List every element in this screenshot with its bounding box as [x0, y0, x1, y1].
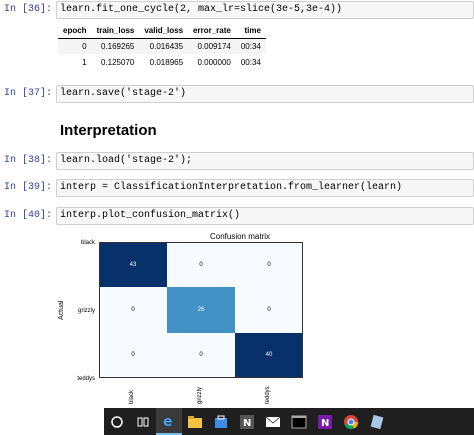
- table-cell: 0.000000: [197, 57, 231, 67]
- table-cell: 0: [58, 38, 92, 54]
- task-view-icon[interactable]: [130, 408, 156, 435]
- matrix-cell: 0: [99, 287, 167, 333]
- col-header: time: [235, 24, 266, 39]
- app-icon[interactable]: [364, 408, 390, 435]
- cell-prompt: In [36]:: [3, 4, 52, 15]
- file-explorer-icon[interactable]: [182, 408, 208, 435]
- code-text: learn.load('stage-2');: [60, 155, 193, 166]
- table-cell: 0.009174: [188, 38, 236, 54]
- chrome-icon[interactable]: [338, 408, 364, 435]
- notion-icon[interactable]: N: [234, 408, 260, 435]
- table-cell: 1: [82, 57, 87, 67]
- cell-prompt: In [38]:: [3, 155, 52, 166]
- terminal-icon[interactable]: [286, 408, 312, 435]
- code-cell-plot[interactable]: interp.plot_confusion_matrix(): [56, 207, 474, 225]
- matrix-cell: 0: [235, 242, 303, 288]
- cell-prompt: In [39]:: [3, 182, 52, 193]
- code-text: learn.save('stage-2'): [60, 88, 187, 99]
- cortana-icon[interactable]: [104, 408, 130, 435]
- code-text: interp.plot_confusion_matrix(): [60, 210, 241, 221]
- row-label: black: [80, 240, 95, 246]
- matrix-cell: 43: [99, 242, 167, 288]
- col-label: black: [129, 389, 135, 404]
- cell-prompt: In [37]:: [3, 88, 52, 99]
- confusion-matrix-grid: 43 0 0 0 26 0 0 0 40: [99, 242, 303, 378]
- edge-icon[interactable]: e: [156, 408, 182, 435]
- table-cell: 0.016435: [139, 38, 189, 54]
- col-label: grizzly: [197, 386, 203, 404]
- row-label: grizzly: [77, 308, 95, 314]
- cell-prompt: In [40]:: [3, 210, 52, 221]
- matrix-cell: 40: [235, 332, 303, 378]
- onenote-icon[interactable]: N: [312, 408, 338, 435]
- table-row: 1 0.125070 0.018965 0.000000 00:34: [58, 54, 266, 70]
- matrix-cell: 0: [167, 332, 235, 378]
- col-header: error_rate: [188, 24, 236, 39]
- col-header: epoch: [58, 24, 92, 39]
- code-cell-fit[interactable]: learn.fit_one_cycle(2, max_lr=slice(3e-5…: [56, 1, 474, 19]
- col-header: valid_loss: [139, 24, 189, 39]
- matrix-cell: 26: [167, 287, 235, 333]
- store-icon[interactable]: [208, 408, 234, 435]
- windows-taskbar: e N N: [104, 408, 474, 435]
- code-text: interp = ClassificationInterpretation.fr…: [60, 182, 403, 193]
- table-cell: 0.018965: [149, 57, 184, 67]
- code-cell-interp[interactable]: interp = ClassificationInterpretation.fr…: [56, 179, 474, 197]
- mail-icon[interactable]: [260, 408, 286, 435]
- matrix-cell: 0: [235, 287, 303, 333]
- matrix-cell: 0: [167, 242, 235, 288]
- col-label: teddys: [265, 386, 271, 404]
- table-cell: 0.169265: [91, 38, 140, 54]
- svg-text:N: N: [321, 418, 329, 429]
- table-row: 0 0.169265 0.016435 0.009174 00:34: [58, 38, 266, 54]
- code-cell-save[interactable]: learn.save('stage-2'): [56, 85, 474, 103]
- col-header: train_loss: [91, 24, 140, 39]
- confusion-matrix-title: Confusion matrix: [209, 232, 271, 241]
- table-cell: 00:34: [240, 57, 261, 67]
- code-cell-load[interactable]: learn.load('stage-2');: [56, 152, 474, 170]
- svg-text:e: e: [163, 414, 173, 429]
- table-cell: 00:34: [235, 38, 266, 54]
- training-results-table: epoch train_loss valid_loss error_rate t…: [58, 24, 266, 70]
- section-heading: Interpretation: [60, 122, 157, 139]
- matrix-cell: 0: [99, 332, 167, 378]
- code-text: learn.fit_one_cycle(2, max_lr=slice(3e-5…: [60, 4, 343, 15]
- row-label: teddys: [77, 376, 95, 382]
- table-cell: 0.125070: [100, 57, 135, 67]
- svg-text:N: N: [243, 418, 251, 429]
